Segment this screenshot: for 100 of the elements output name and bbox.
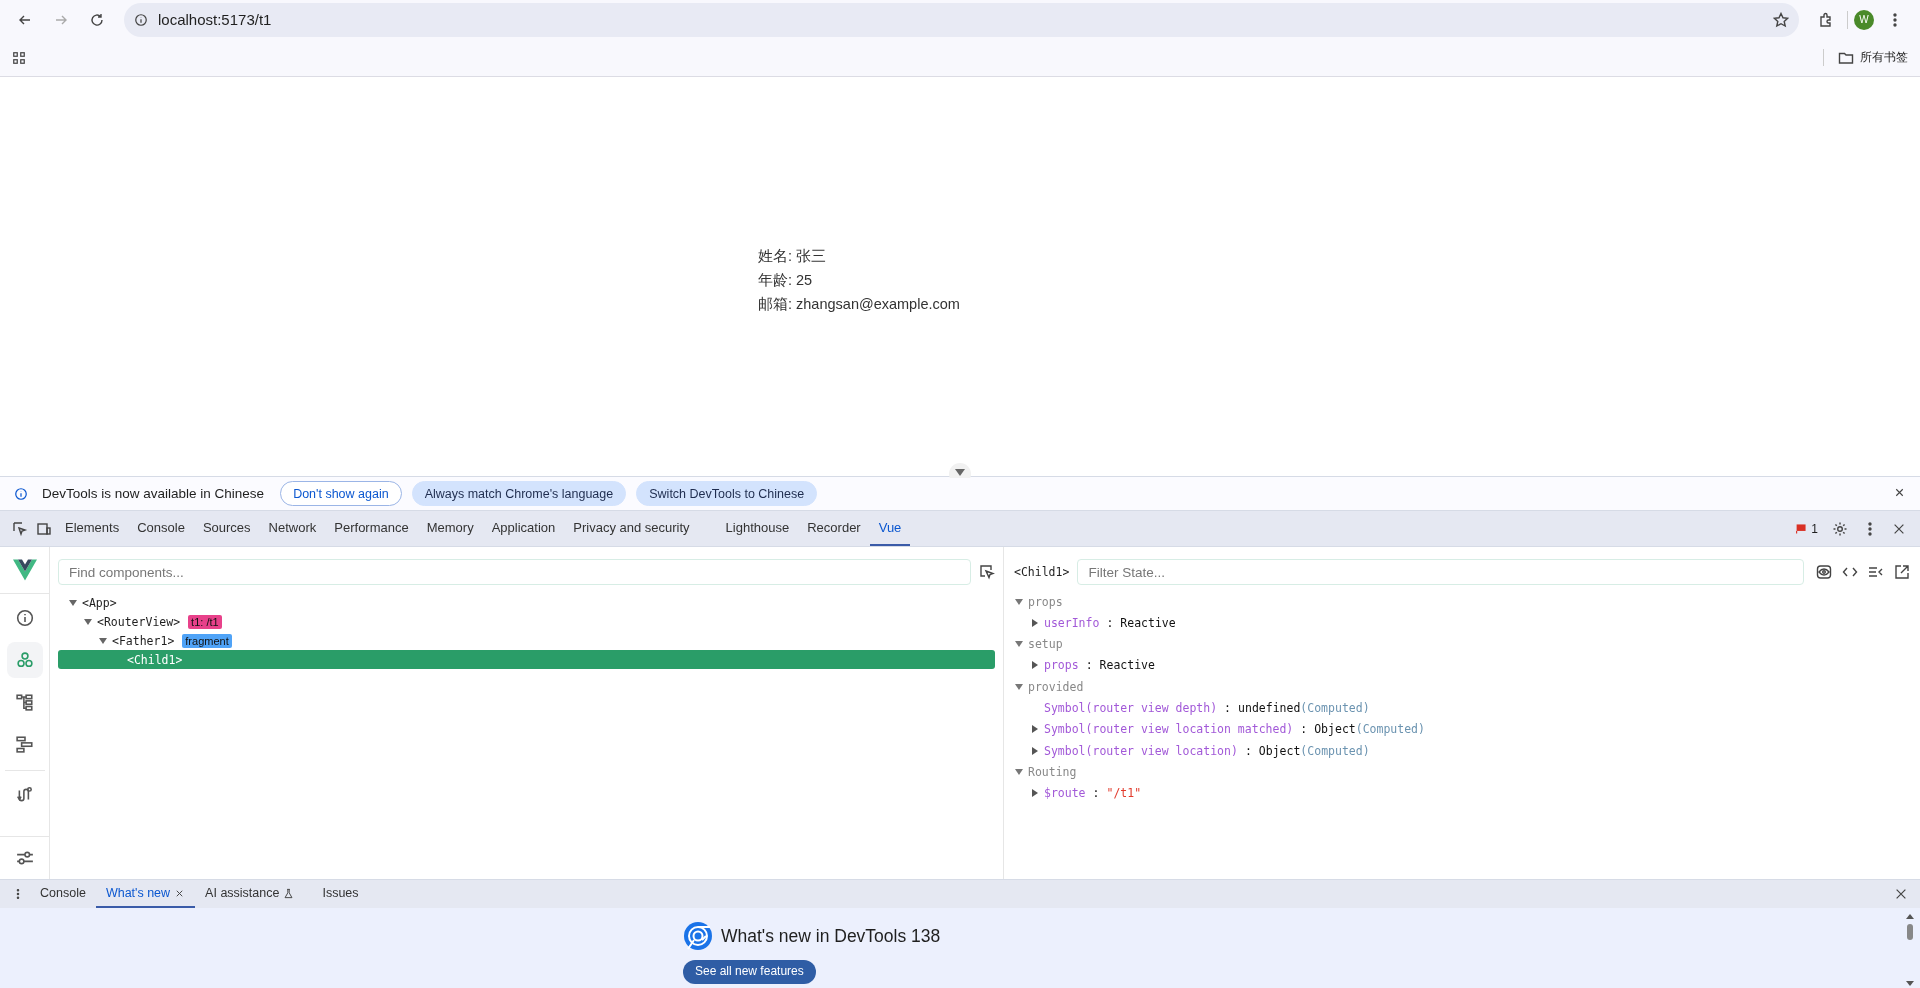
drawer-tab[interactable]: Console [30, 880, 96, 908]
section-title[interactable]: setup [1028, 637, 1063, 651]
expand-arrow-icon[interactable] [98, 635, 108, 646]
component-name: <Child1> [1014, 565, 1070, 579]
expand-arrow-icon[interactable] [1014, 767, 1024, 777]
component-tag: fragment [182, 633, 232, 648]
route-icon[interactable] [15, 786, 34, 804]
timeline-icon[interactable] [15, 735, 34, 753]
expand-arrow-icon[interactable] [1030, 788, 1040, 799]
infobar-button[interactable]: Switch DevTools to Chinese [636, 481, 818, 506]
devtools-tab[interactable]: Application [482, 511, 565, 546]
info-icon[interactable] [15, 609, 34, 627]
component-name: <RouterView> [97, 614, 181, 629]
component-tag: t1: /t1 [188, 614, 222, 629]
computed-note: (Computed) [1300, 700, 1370, 715]
state-value: undefined [1238, 700, 1301, 715]
reload-icon[interactable] [89, 11, 105, 28]
external-link-icon[interactable] [1894, 564, 1910, 580]
devtools-tab[interactable]: Vue [869, 511, 911, 546]
chevron-down-icon[interactable] [948, 462, 972, 478]
infobar-button[interactable]: Always match Chrome's language [411, 481, 627, 506]
bookmark-folder[interactable]: 所有书签 [1860, 49, 1908, 66]
drawer-tab[interactable]: AI assistance [195, 880, 305, 908]
list-collapse-icon[interactable] [1868, 564, 1884, 580]
search-field[interactable]: Find components... [58, 559, 971, 585]
info-line: 邮箱: zhangsan@example.com [758, 295, 960, 314]
drawer-tab[interactable]: Issues [312, 880, 369, 908]
components-icon[interactable] [15, 651, 34, 669]
close-icon[interactable] [1894, 887, 1908, 901]
state-key: props [1044, 658, 1079, 673]
expand-arrow-icon[interactable] [1014, 681, 1024, 692]
tree-row[interactable]: <App> [58, 593, 995, 612]
tree-row[interactable]: <RouterView> t1: /t1 [58, 612, 995, 631]
bookmark-star-icon[interactable] [1773, 11, 1789, 28]
colon: : [1106, 615, 1114, 630]
computed-note: (Computed) [1300, 743, 1370, 758]
devtools-tab[interactable]: Memory [417, 511, 483, 546]
see-features-button[interactable]: See all new features [683, 960, 816, 984]
profile-avatar[interactable]: W [1854, 9, 1874, 30]
component-name: <App> [82, 595, 117, 610]
issue-flag-icon[interactable] [1795, 522, 1809, 535]
filter-field[interactable]: Filter State... [1077, 559, 1804, 585]
vue-logo [12, 559, 37, 581]
colon: : [1092, 786, 1100, 801]
section-title[interactable]: Routing [1028, 765, 1077, 779]
info-message: DevTools is now available in Chinese [42, 486, 265, 501]
expand-arrow-icon[interactable] [83, 616, 93, 627]
expand-arrow-icon[interactable] [68, 597, 78, 608]
expand-arrow-icon[interactable] [1030, 617, 1040, 628]
expand-arrow-icon[interactable] [1030, 660, 1040, 671]
expand-arrow-icon[interactable] [1030, 724, 1040, 735]
section-title[interactable]: props [1028, 594, 1063, 609]
extensions-icon[interactable] [1818, 11, 1834, 28]
devtools-tab[interactable]: Lighthouse [716, 511, 799, 546]
devtools-tab[interactable]: Network [259, 511, 326, 546]
expand-arrow-icon[interactable] [1014, 596, 1024, 607]
state-key: Symbol(router view depth) [1044, 700, 1218, 715]
settings-sliders-icon[interactable] [15, 849, 34, 867]
devtools-tab[interactable]: Sources [193, 511, 260, 546]
tree-icon[interactable] [15, 693, 34, 711]
devtools-tab[interactable]: Privacy and security [564, 511, 699, 546]
infobar-button[interactable]: Don't show again [280, 481, 402, 506]
scrollbar[interactable] [1904, 912, 1916, 988]
flask-icon[interactable] [283, 887, 295, 899]
expand-arrow-icon[interactable] [1014, 639, 1024, 649]
state-value: Reactive [1099, 658, 1155, 673]
state-key: userInfo [1044, 615, 1100, 630]
colon: : [1244, 743, 1252, 758]
site-info-icon[interactable] [134, 12, 148, 27]
component-name: <Father1> [112, 633, 175, 648]
eye-icon[interactable] [1816, 564, 1832, 580]
devtools-tab[interactable]: Elements [56, 511, 129, 546]
component-name: <Child1> [127, 652, 183, 667]
state-value: Object [1314, 722, 1356, 737]
state-key: Symbol(router view location matched) [1044, 722, 1294, 737]
apps-grid-icon[interactable] [12, 50, 26, 65]
state-value: Reactive [1120, 615, 1176, 630]
section-title[interactable]: provided [1028, 679, 1084, 694]
state-value: "/t1" [1106, 786, 1142, 801]
state-key: Symbol(router view location) [1044, 743, 1238, 758]
chrome-devtools-icon [683, 921, 713, 951]
device-toolbar-icon[interactable] [36, 520, 52, 537]
select-component-icon[interactable] [979, 564, 995, 580]
devtools-tab[interactable]: Console [128, 511, 194, 546]
colon: : [1224, 700, 1232, 715]
devtools-tab[interactable]: Performance [325, 511, 418, 546]
info-line: 姓名: 张三 [758, 247, 827, 266]
tree-row[interactable]: <Father1> fragment [58, 631, 995, 650]
sidebar-button[interactable] [6, 642, 43, 678]
computed-note: (Computed) [1355, 722, 1425, 737]
devtools-tab[interactable]: Recorder [798, 511, 870, 546]
info-line: 年龄: 25 [758, 271, 813, 290]
inspect-icon[interactable] [12, 520, 28, 537]
expand-arrow-icon[interactable] [1030, 745, 1040, 756]
colon: : [1300, 722, 1308, 737]
address-bar[interactable]: localhost:5173/t1 [124, 2, 1799, 37]
issues-counter[interactable]: 1 [1795, 521, 1818, 536]
state-value: Object [1258, 743, 1301, 758]
info-icon[interactable] [14, 486, 28, 501]
settings-icon[interactable] [1832, 520, 1848, 537]
